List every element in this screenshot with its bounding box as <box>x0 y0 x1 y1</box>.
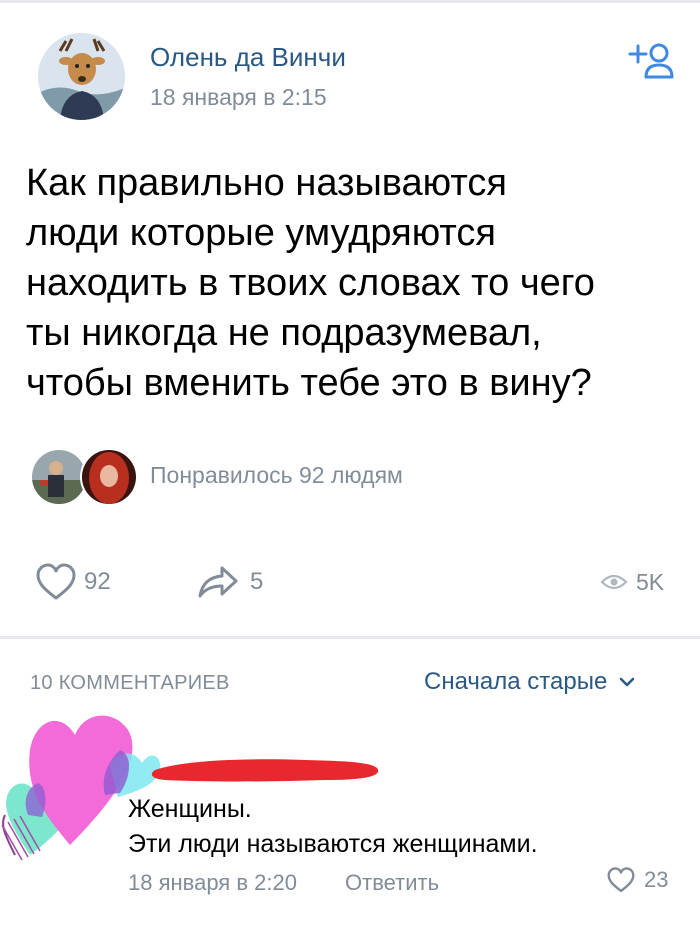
post-author-name[interactable]: Олень да Винчи <box>150 42 346 73</box>
views-counter: 5K <box>600 562 664 602</box>
comment-like-button[interactable]: 23 <box>606 866 668 894</box>
top-divider <box>0 0 700 3</box>
post-date[interactable]: 18 января в 2:15 <box>150 84 327 111</box>
comments-count: 10 КОММЕНТАРИЕВ <box>30 672 230 694</box>
comment-date[interactable]: 18 января в 2:20 <box>128 870 297 896</box>
likes-summary[interactable]: Понравилось 92 людям <box>150 462 403 489</box>
section-divider <box>0 636 700 639</box>
add-friend-icon[interactable] <box>624 40 676 80</box>
share-icon <box>198 566 238 598</box>
post-text: Как правильно называются люди которые ум… <box>26 162 595 404</box>
share-button[interactable]: 5 <box>196 562 263 602</box>
comments-sort-button[interactable]: Сначала старые <box>424 668 635 696</box>
liker-avatar[interactable] <box>80 448 138 506</box>
chevron-down-icon <box>620 677 635 687</box>
heart-icon <box>607 867 635 893</box>
views-count: 5K <box>636 568 665 595</box>
sort-label: Сначала старые <box>424 668 608 695</box>
heart-icon <box>36 563 76 600</box>
author-avatar[interactable] <box>38 33 125 120</box>
comment-text: Женщины. Эти люди называются женщинами. <box>128 795 538 858</box>
like-button[interactable]: 92 <box>34 562 111 602</box>
share-count: 5 <box>250 568 264 595</box>
like-count: 92 <box>84 568 111 595</box>
commenter-name-redacted <box>145 748 385 788</box>
reply-button[interactable]: Ответить <box>345 870 439 896</box>
eye-icon <box>600 574 628 590</box>
comment-like-count: 23 <box>644 867 669 892</box>
